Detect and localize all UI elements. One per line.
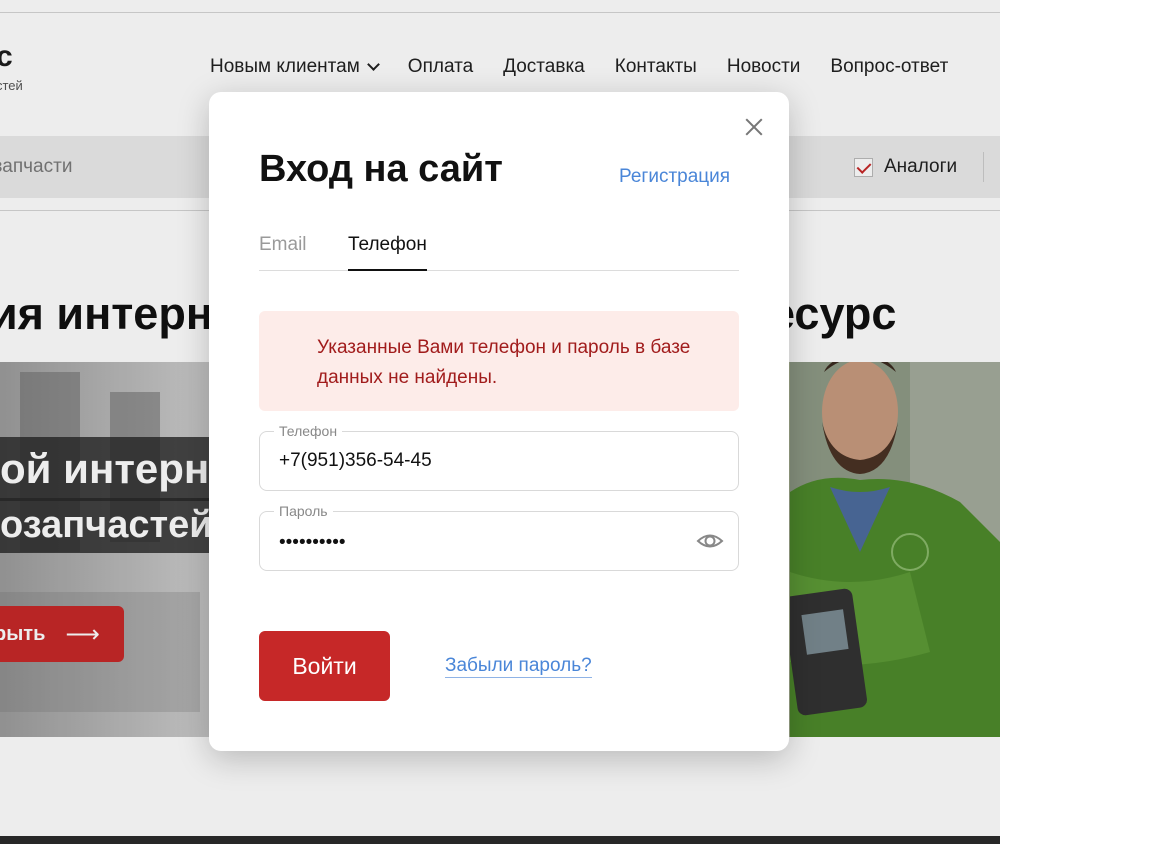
login-button[interactable]: Войти	[259, 631, 390, 701]
tab-phone[interactable]: Телефон	[348, 234, 427, 271]
forgot-password-link[interactable]: Забыли пароль?	[445, 655, 592, 678]
modal-title: Вход на сайт	[259, 148, 503, 190]
password-field-label: Пароль	[274, 503, 333, 519]
phone-field[interactable]: Телефон	[259, 423, 739, 491]
error-message: Указанные Вами телефон и пароль в базе д…	[317, 337, 691, 388]
phone-input[interactable]	[279, 450, 679, 472]
tab-email[interactable]: Email	[259, 234, 307, 271]
password-field[interactable]: Пароль ••••••••••	[259, 503, 739, 571]
password-input[interactable]: ••••••••••	[279, 532, 346, 554]
login-method-tabs: Email Телефон	[259, 234, 739, 271]
error-alert: Указанные Вами телефон и пароль в базе д…	[259, 311, 739, 411]
close-icon[interactable]	[743, 116, 765, 138]
phone-field-label: Телефон	[274, 423, 343, 439]
eye-icon[interactable]	[696, 529, 724, 553]
login-modal: Вход на сайт Регистрация Email Телефон У…	[209, 92, 789, 751]
register-link[interactable]: Регистрация	[619, 166, 730, 188]
